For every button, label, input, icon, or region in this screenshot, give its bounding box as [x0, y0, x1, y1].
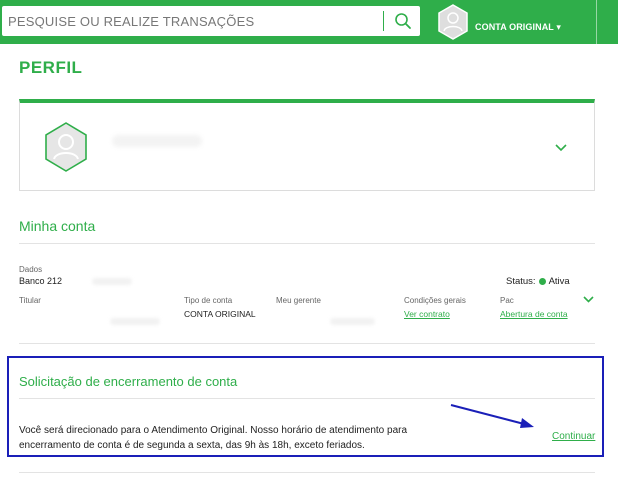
status-value: Ativa [548, 276, 570, 287]
condicoes-label: Condições gerais [404, 296, 466, 305]
abertura-conta-link[interactable]: Abertura de conta [500, 309, 568, 319]
tipo-conta-label: Tipo de conta [184, 296, 233, 305]
arrow-annotation [450, 404, 534, 428]
top-bar: CONTA ORIGINAL ▾ [0, 0, 618, 44]
pac-label: Pac [500, 296, 514, 305]
redacted-gerente [330, 318, 375, 325]
status-dot-icon [538, 278, 546, 285]
profile-avatar-icon [45, 122, 87, 172]
page-title: PERFIL [19, 58, 83, 77]
redacted-titular [110, 318, 160, 325]
divider [19, 472, 595, 473]
search-input[interactable] [2, 7, 380, 35]
status-label: Status: [506, 276, 536, 287]
account-menu[interactable]: CONTA ORIGINAL ▾ [475, 22, 561, 33]
titular-label: Titular [19, 296, 41, 305]
profile-name-redacted [112, 135, 202, 147]
search-divider [383, 11, 384, 31]
divider [19, 343, 595, 344]
status: Status: Ativa [506, 276, 570, 287]
search-button[interactable] [390, 9, 416, 33]
closure-description: Você será direcionado para o Atendimento… [19, 425, 408, 451]
tipo-conta-value: CONTA ORIGINAL [184, 309, 256, 319]
divider [19, 398, 595, 399]
gerente-label: Meu gerente [276, 296, 321, 305]
divider [19, 243, 595, 244]
bank-value: Banco 212 [19, 276, 63, 286]
user-avatar-icon[interactable] [437, 4, 469, 40]
section-title-encerramento: Solicitação de encerramento de conta [19, 374, 238, 389]
top-separator [596, 0, 597, 44]
section-title-minha-conta: Minha conta [19, 218, 96, 234]
search-icon [395, 13, 411, 29]
search-box [2, 6, 420, 36]
chevron-down-icon[interactable] [554, 143, 568, 153]
ver-contrato-link[interactable]: Ver contrato [404, 309, 450, 319]
dados-label: Dados [19, 265, 43, 274]
chevron-down-icon[interactable] [582, 295, 595, 304]
redacted-account [92, 278, 132, 285]
continue-link[interactable]: Continuar [552, 431, 595, 442]
profile-card [19, 99, 595, 191]
